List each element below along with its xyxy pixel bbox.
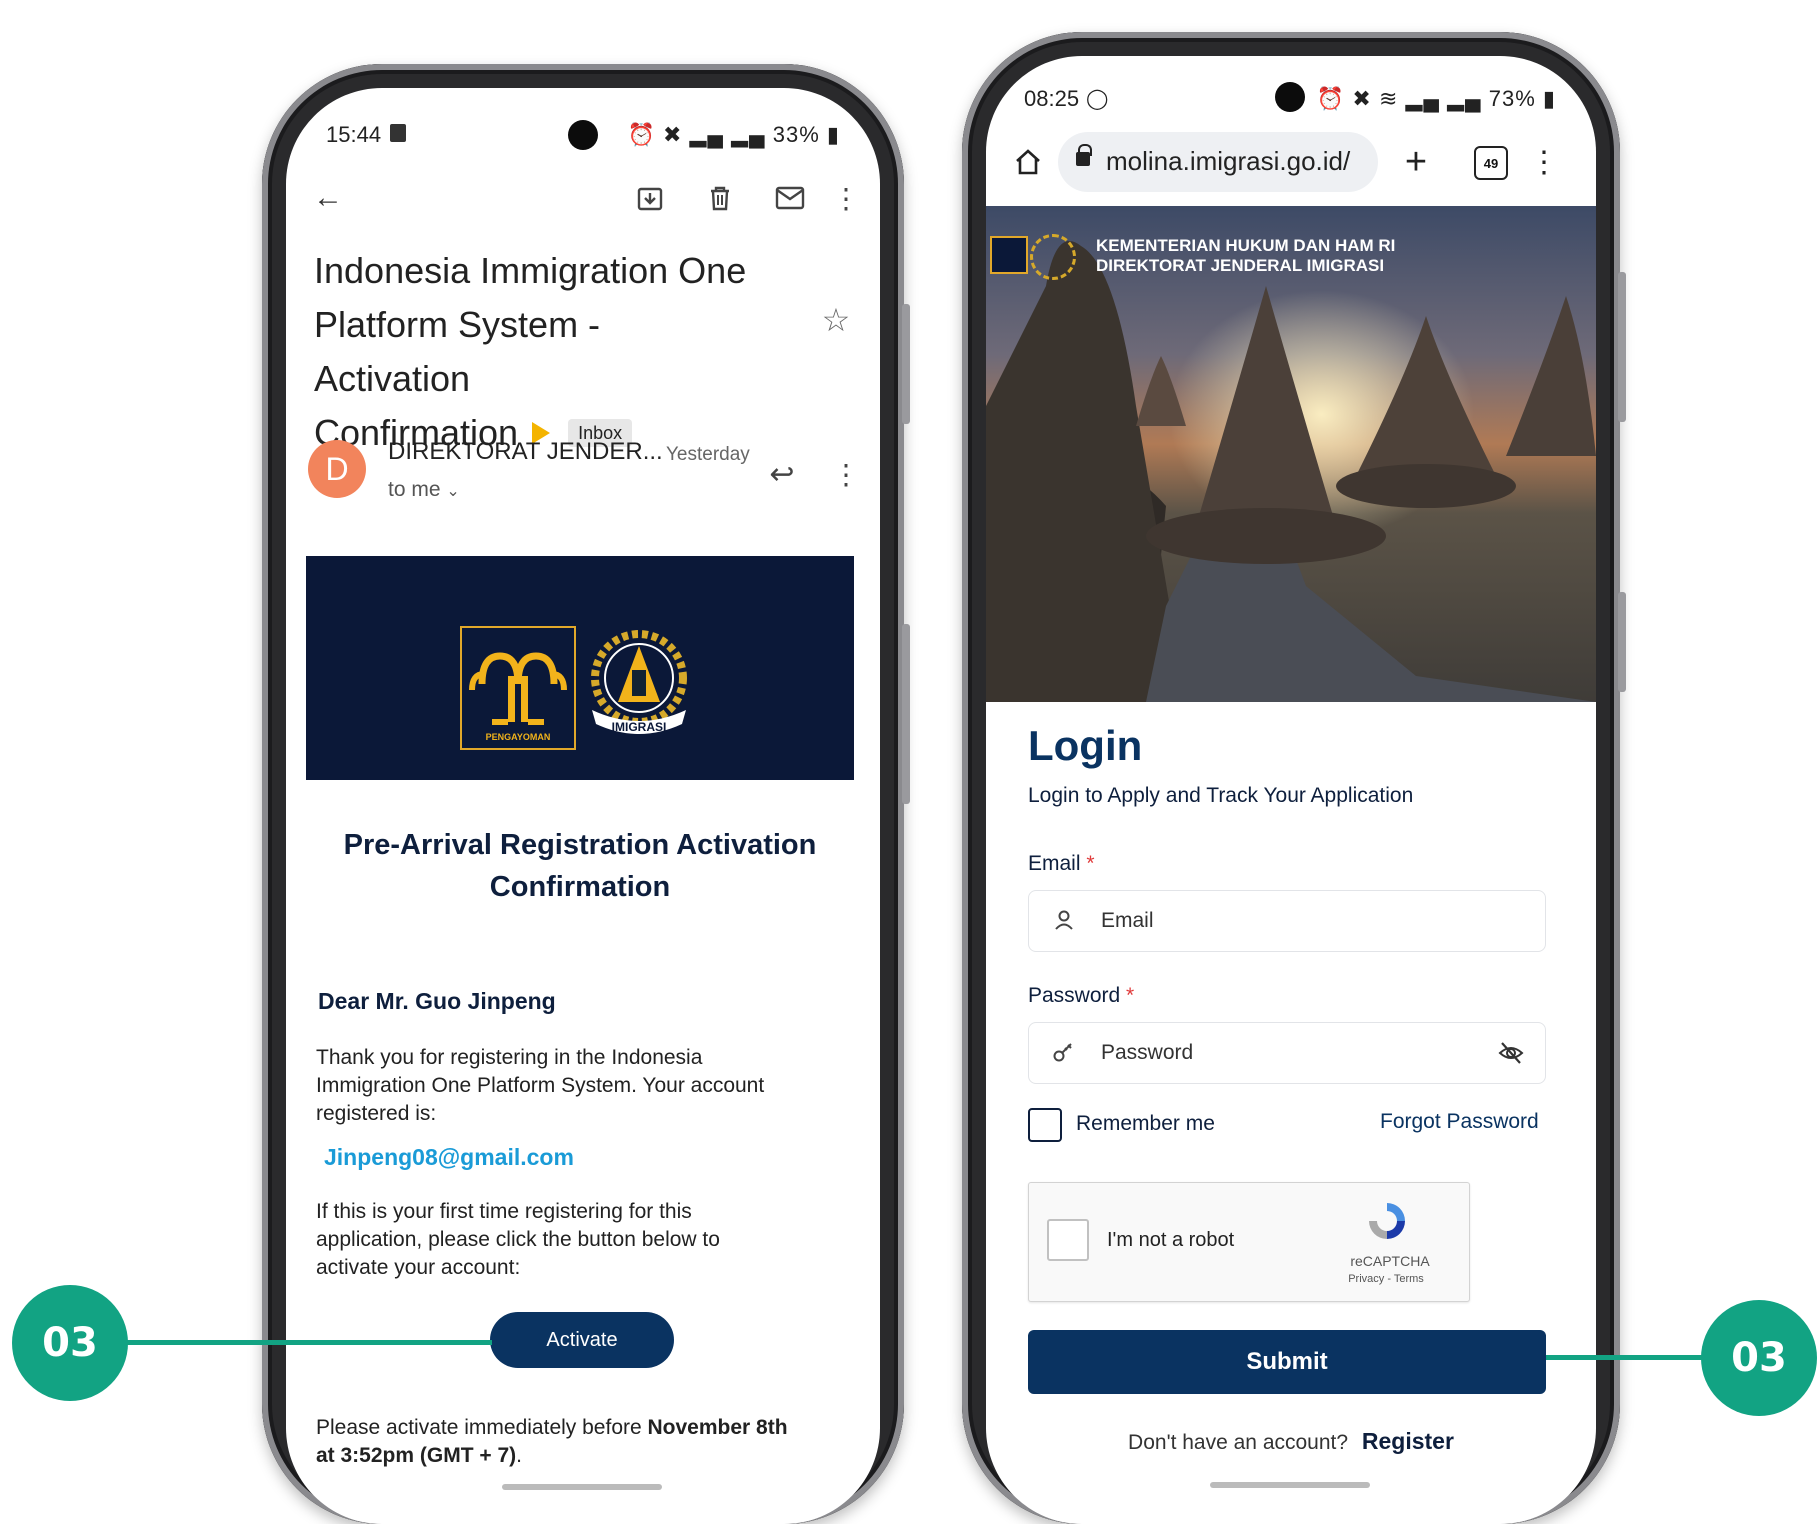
front-camera [1275, 82, 1305, 112]
sender-avatar[interactable]: D [308, 440, 366, 498]
left-step-callout: 03 [12, 1285, 128, 1401]
left-callout-line [126, 1340, 492, 1345]
more-options-icon[interactable]: ⋮ [832, 178, 860, 218]
register-link[interactable]: Register [1362, 1428, 1454, 1454]
chevron-down-icon: ⌄ [446, 483, 460, 500]
email-label: Email * [1028, 852, 1095, 875]
status-time: 15:44 [326, 122, 382, 147]
email-paragraph-2: If this is your first time registering f… [316, 1200, 720, 1279]
imigrasi-seal: IMIGRASI [578, 622, 700, 744]
home-icon[interactable] [1006, 140, 1050, 184]
recipient-toggle[interactable]: to me ⌄ [388, 478, 460, 502]
register-prompt: Don't have an account? Register [1128, 1428, 1454, 1454]
ministry-logo [990, 236, 1028, 274]
forgot-password-link[interactable]: Forgot Password [1380, 1110, 1539, 1134]
email-subject: Indonesia Immigration One Platform Syste… [314, 250, 747, 453]
password-input[interactable]: Password [1028, 1022, 1546, 1084]
archive-icon[interactable] [630, 178, 670, 218]
ministry-heading: KEMENTERIAN HUKUM DAN HAM RI DIREKTORAT … [1096, 236, 1396, 275]
front-camera [568, 120, 598, 150]
status-time: 08:25 [1024, 86, 1080, 111]
password-label: Password * [1028, 984, 1135, 1007]
recaptcha-label: I'm not a robot [1107, 1229, 1235, 1251]
right-callout-line [1546, 1355, 1706, 1360]
email-banner: PENGAYOMAN IMIGRASI [306, 556, 854, 780]
page-title: Login [1028, 722, 1143, 769]
remember-me-label[interactable]: Remember me [1076, 1112, 1215, 1136]
email-paragraph-1: Thank you for registering in the Indones… [316, 1046, 765, 1125]
pengayoman-logo-text: PENGAYOMAN [485, 732, 551, 742]
home-indicator [1210, 1482, 1370, 1488]
login-screen: 08:25 ◯ ⏰ ✖ ≋ ▂▄ ▂▄ 73% ▮ molina.imigras… [986, 56, 1596, 1524]
star-icon[interactable]: ☆ [816, 300, 856, 340]
recaptcha-links[interactable]: Privacy - Terms [1331, 1273, 1441, 1285]
ministry-seal [1030, 234, 1076, 280]
browser-menu-icon[interactable]: ⋮ [1529, 140, 1559, 184]
recaptcha-logo-icon [1363, 1197, 1411, 1245]
activation-deadline: Please activate immediately before Novem… [316, 1416, 788, 1467]
url-text: molina.imigrasi.go.id/ [1106, 146, 1351, 176]
status-battery: ⏰ ✖ ▂▄ ▂▄ 33% ▮ [627, 122, 840, 147]
home-indicator [502, 1484, 662, 1490]
page-subtitle: Login to Apply and Track Your Applicatio… [1028, 784, 1414, 807]
whatsapp-icon: ◯ [1086, 88, 1109, 110]
email-placeholder: Email [1101, 909, 1154, 932]
email-screen: 15:44 ⏰ ✖ ▂▄ ▂▄ 33% ▮ ← ⋮ Indonesia Immi… [286, 88, 880, 1524]
pengayoman-logo: PENGAYOMAN [460, 626, 576, 750]
recaptcha-widget: I'm not a robot reCAPTCHA Privacy - Term… [1028, 1182, 1470, 1302]
recaptcha-brand: reCAPTCHA [1350, 1253, 1430, 1269]
message-more-icon[interactable]: ⋮ [832, 454, 860, 494]
email-heading: Pre-Arrival Registration Activation Conf… [343, 829, 817, 903]
new-tab-icon[interactable]: + [1394, 140, 1438, 184]
sender-name[interactable]: DIREKTORAT JENDER... [388, 438, 663, 466]
hero-image: KEMENTERIAN HUKUM DAN HAM RI DIREKTORAT … [986, 206, 1596, 702]
lock-shackle-icon [1078, 144, 1092, 156]
submit-button[interactable]: Submit [1028, 1330, 1546, 1394]
back-arrow-icon[interactable]: ← [306, 176, 350, 220]
sent-time: Yesterday [666, 444, 750, 465]
gallery-icon [390, 124, 406, 142]
activate-button[interactable]: Activate [490, 1312, 674, 1368]
tab-switcher-icon[interactable]: 49 [1474, 146, 1508, 180]
email-greeting: Dear Mr. Guo Jinpeng [318, 988, 556, 1014]
email-input[interactable]: Email [1028, 890, 1546, 952]
right-step-callout: 03 [1701, 1300, 1817, 1416]
delete-icon[interactable] [700, 178, 740, 218]
status-battery: ⏰ ✖ ≋ ▂▄ ▂▄ 73% ▮ [1316, 86, 1556, 111]
user-icon [1051, 907, 1077, 933]
key-icon [1051, 1039, 1077, 1065]
reply-icon[interactable]: ↩ [762, 454, 802, 494]
remember-me-checkbox[interactable] [1028, 1108, 1062, 1142]
imigrasi-seal-text: IMIGRASI [611, 720, 667, 734]
url-bar[interactable]: molina.imigrasi.go.id/ [1058, 132, 1378, 192]
registered-email-link[interactable]: Jinpeng08@gmail.com [324, 1144, 574, 1171]
password-placeholder: Password [1101, 1041, 1194, 1064]
mark-unread-icon[interactable] [770, 178, 810, 218]
recaptcha-checkbox[interactable] [1047, 1219, 1089, 1261]
eye-off-icon[interactable] [1497, 1039, 1525, 1067]
